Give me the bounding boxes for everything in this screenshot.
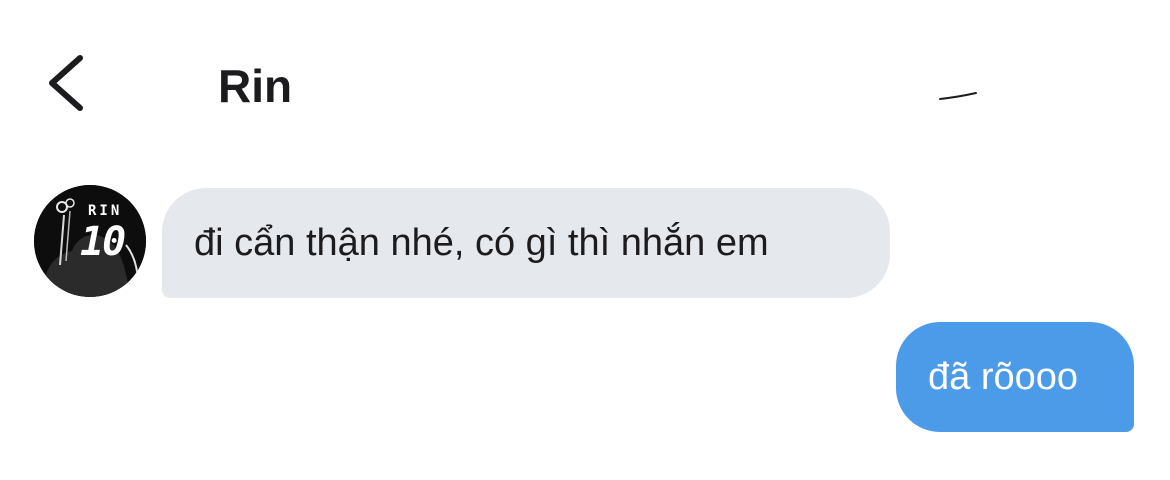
chat-header: Rin	[0, 0, 1170, 160]
avatar-label-number: 10	[80, 219, 126, 265]
chevron-left-icon	[49, 55, 83, 111]
avatar[interactable]: RIN 10	[34, 185, 146, 297]
decorative-mark	[939, 92, 977, 100]
avatar-label-name: RIN	[88, 203, 123, 219]
contact-name[interactable]: Rin	[218, 58, 292, 114]
message-incoming[interactable]: đi cẩn thận nhé, có gì thì nhắn em	[162, 188, 890, 298]
message-outgoing[interactable]: đã rõooo	[896, 322, 1134, 432]
back-button[interactable]	[40, 50, 96, 116]
